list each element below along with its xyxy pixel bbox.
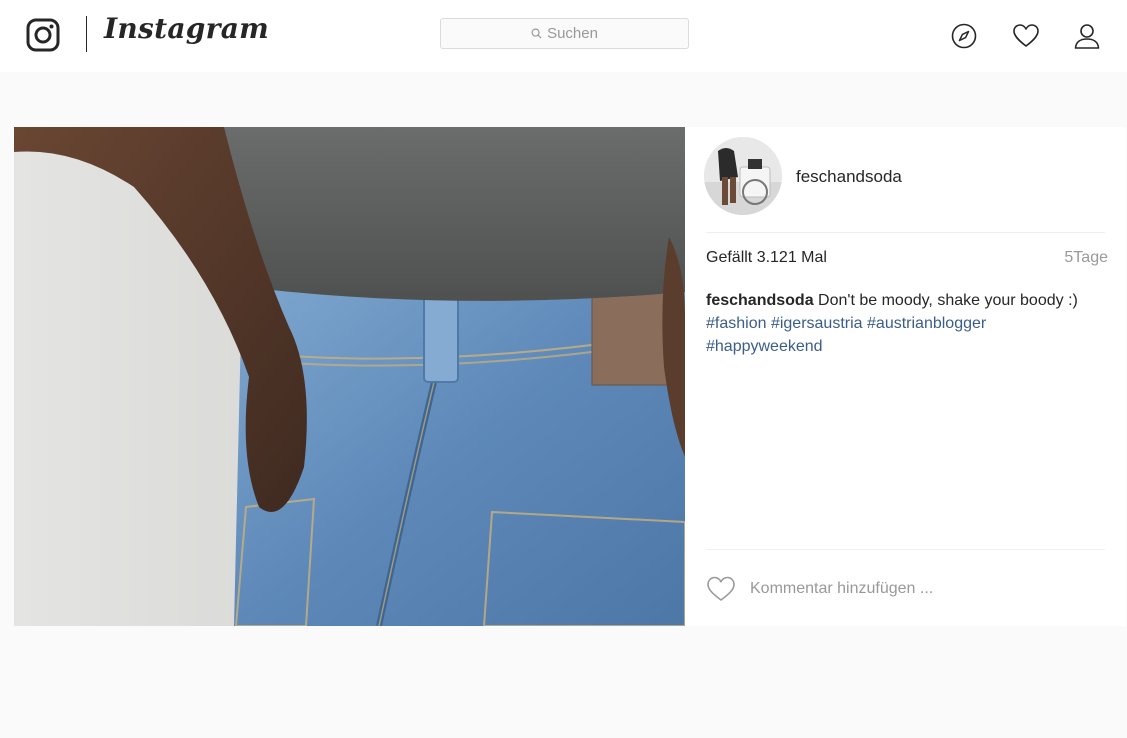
search-placeholder: Suchen	[547, 25, 598, 42]
post-sidebar: feschandsoda Gefällt 3.121 Mal 5Tage fes…	[685, 127, 1126, 626]
likes-count[interactable]: Gefällt 3.121 Mal	[706, 249, 827, 267]
search-icon	[531, 28, 542, 39]
hashtag-link[interactable]: #igersaustria	[771, 315, 863, 332]
search-input[interactable]: Suchen	[440, 18, 689, 49]
compass-icon[interactable]	[950, 22, 978, 50]
post-photo[interactable]	[14, 127, 685, 626]
profile-icon[interactable]	[1073, 22, 1101, 50]
comment-input[interactable]	[750, 575, 1090, 603]
instagram-camera-icon[interactable]	[26, 18, 60, 52]
hashtag-link[interactable]: #austrianblogger	[867, 315, 986, 332]
instagram-wordmark[interactable]: Instagram	[104, 12, 269, 45]
avatar[interactable]	[704, 137, 782, 215]
heart-icon[interactable]	[1012, 22, 1040, 50]
post-caption: feschandsoda Don't be moody, shake your …	[706, 289, 1086, 358]
post-age[interactable]: 5Tage	[1064, 249, 1108, 267]
divider	[706, 549, 1105, 550]
like-heart-icon[interactable]	[706, 575, 736, 602]
caption-text: Don't be moody, shake your boody :)	[818, 292, 1078, 309]
logo-divider	[86, 16, 87, 52]
caption-author[interactable]: feschandsoda	[706, 292, 814, 309]
hashtag-link[interactable]: #happyweekend	[706, 338, 823, 355]
top-navigation-bar: Instagram Suchen	[0, 0, 1127, 72]
hashtag-link[interactable]: #fashion	[706, 315, 767, 332]
avatar-image	[704, 137, 782, 215]
post-card: feschandsoda Gefällt 3.121 Mal 5Tage fes…	[14, 127, 1126, 626]
divider	[706, 232, 1105, 233]
post-photo-image	[14, 127, 685, 626]
post-username[interactable]: feschandsoda	[796, 167, 902, 187]
